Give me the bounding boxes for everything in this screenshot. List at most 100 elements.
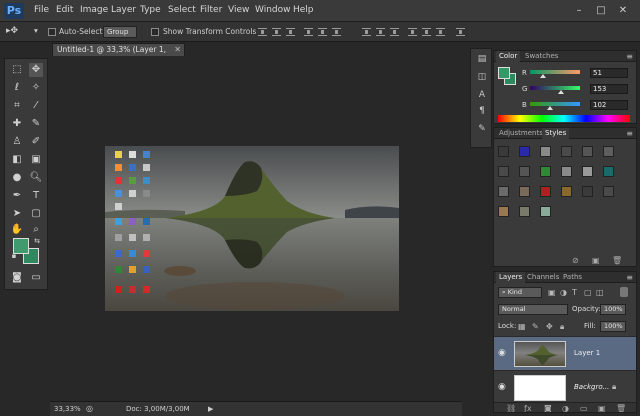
blend-mode-dropdown[interactable]: Normal: [498, 304, 568, 315]
align-right-icon[interactable]: [332, 28, 341, 36]
color-spectrum-bar[interactable]: [498, 115, 630, 122]
layer1-name[interactable]: Layer 1: [574, 349, 600, 357]
style-swatch[interactable]: [498, 146, 509, 157]
visibility-eye-icon[interactable]: ◉: [498, 348, 506, 358]
hand-tool-icon[interactable]: ✋: [10, 223, 24, 237]
move-tool-icon[interactable]: ✥: [29, 63, 43, 77]
style-swatch[interactable]: [540, 186, 551, 197]
link-layers-icon[interactable]: ⛓︎: [506, 404, 516, 412]
layers-panel-menu-icon[interactable]: ≡: [626, 272, 633, 283]
red-slider[interactable]: [530, 70, 580, 74]
zoom-tool-icon[interactable]: ⌕: [29, 223, 43, 237]
pen-tool-icon[interactable]: ✒: [10, 189, 24, 203]
green-slider[interactable]: [530, 86, 580, 90]
foreground-color-swatch[interactable]: [13, 238, 29, 254]
history-brush-tool-icon[interactable]: ✐: [29, 135, 43, 149]
lock-all-icon[interactable]: 🔒︎: [560, 322, 564, 332]
delete-style-icon[interactable]: 🗑︎: [612, 256, 622, 265]
new-group-icon[interactable]: ▭: [580, 404, 588, 412]
style-swatch[interactable]: [498, 186, 509, 197]
maximize-icon[interactable]: □: [594, 4, 608, 17]
style-swatch[interactable]: [561, 186, 572, 197]
menu-type[interactable]: Type: [140, 5, 161, 15]
screen-mode-icon[interactable]: ▭: [29, 271, 43, 285]
color-panel-foreground-swatch[interactable]: [498, 67, 510, 79]
magic-wand-tool-icon[interactable]: ✧: [29, 81, 43, 95]
menu-layer[interactable]: Layer: [111, 5, 136, 15]
style-swatch[interactable]: [519, 146, 530, 157]
layer-filter-kind-dropdown[interactable]: ⌕ Kind: [498, 287, 542, 298]
filter-toggle-switch[interactable]: [620, 287, 628, 297]
show-transform-checkbox[interactable]: [151, 28, 159, 36]
lasso-tool-icon[interactable]: ℓ: [10, 81, 24, 95]
opacity-field[interactable]: 100%: [600, 304, 626, 315]
style-swatch[interactable]: [603, 146, 614, 157]
style-swatch[interactable]: [540, 206, 551, 217]
style-swatch[interactable]: [519, 206, 530, 217]
align-bottom-icon[interactable]: [286, 28, 295, 36]
menu-view[interactable]: View: [228, 5, 249, 15]
style-swatch[interactable]: [498, 166, 509, 177]
color-panel-menu-icon[interactable]: ≡: [626, 51, 633, 62]
style-swatch[interactable]: [561, 166, 572, 177]
filter-pixel-icon[interactable]: ▣: [548, 288, 556, 297]
paragraph-panel-icon[interactable]: ¶: [475, 105, 489, 117]
tab-adjustments[interactable]: Adjustments: [496, 128, 546, 139]
red-slider-thumb[interactable]: [540, 74, 546, 78]
align-left-icon[interactable]: [304, 28, 313, 36]
filter-type-icon[interactable]: T: [572, 288, 577, 297]
gradient-tool-icon[interactable]: ▣: [29, 153, 43, 167]
marquee-tool-icon[interactable]: ⬚: [10, 63, 24, 77]
eraser-tool-icon[interactable]: ◧: [10, 153, 24, 167]
delete-layer-icon[interactable]: 🗑︎: [616, 404, 626, 412]
document-canvas[interactable]: [105, 146, 399, 311]
menu-select[interactable]: Select: [168, 5, 196, 15]
tab-color[interactable]: Color: [496, 51, 521, 62]
layer-row-background[interactable]: ◉ Backgro... 🔒︎: [494, 370, 636, 404]
layer-mask-icon[interactable]: ◙: [544, 404, 552, 412]
preset-dropdown-icon[interactable]: ▾: [34, 26, 38, 35]
properties-panel-icon[interactable]: ◫: [475, 71, 489, 83]
tab-channels[interactable]: Channels: [524, 272, 562, 283]
layer-style-icon[interactable]: ƒx: [524, 404, 532, 412]
tab-swatches[interactable]: Swatches: [522, 51, 561, 62]
menu-image[interactable]: Image: [80, 5, 108, 15]
adjustment-layer-icon[interactable]: ◑: [562, 404, 569, 412]
lock-pixels-icon[interactable]: ✎: [532, 322, 539, 331]
auto-select-target-dropdown[interactable]: Group: [103, 26, 137, 38]
eyedropper-tool-icon[interactable]: ⁄: [29, 99, 43, 113]
style-swatch[interactable]: [519, 166, 530, 177]
style-swatch[interactable]: [540, 166, 551, 177]
style-swatch[interactable]: [561, 146, 572, 157]
clear-style-icon[interactable]: ⊘: [572, 256, 579, 265]
close-icon[interactable]: ✕: [616, 4, 630, 17]
visibility-eye-icon[interactable]: ◉: [498, 382, 506, 392]
fill-field[interactable]: 100%: [600, 321, 626, 332]
auto-select-checkbox[interactable]: [48, 28, 56, 36]
lock-position-icon[interactable]: ✥: [546, 322, 553, 331]
menu-filter[interactable]: Filter: [200, 5, 222, 15]
layer-row-layer1[interactable]: ◉ Layer 1: [494, 336, 636, 370]
brush-tool-icon[interactable]: ✎: [29, 117, 43, 131]
style-swatch[interactable]: [540, 146, 551, 157]
style-swatch[interactable]: [603, 166, 614, 177]
blue-value-field[interactable]: 102: [590, 100, 628, 110]
quick-mask-icon[interactable]: ◙: [10, 271, 24, 285]
dodge-tool-icon[interactable]: 🔍︎: [29, 171, 43, 185]
distribute-hcenter-icon[interactable]: [422, 28, 431, 36]
menu-file[interactable]: File: [34, 5, 49, 15]
auto-align-icon[interactable]: [456, 28, 465, 36]
tab-layers[interactable]: Layers: [496, 272, 526, 283]
green-value-field[interactable]: 153: [590, 84, 628, 94]
filter-shape-icon[interactable]: ▢: [584, 288, 592, 297]
distribute-bottom-icon[interactable]: [390, 28, 399, 36]
blue-slider[interactable]: [530, 102, 580, 106]
menu-help[interactable]: Help: [293, 5, 314, 15]
minimize-icon[interactable]: –: [572, 4, 586, 17]
history-panel-icon[interactable]: ▤: [475, 53, 489, 65]
distribute-left-icon[interactable]: [408, 28, 417, 36]
status-menu-arrow-icon[interactable]: ▶: [208, 405, 213, 413]
crop-tool-icon[interactable]: ⌗: [10, 99, 24, 113]
brush-panel-icon[interactable]: ✎: [475, 123, 489, 135]
tab-styles[interactable]: Styles: [542, 128, 570, 139]
